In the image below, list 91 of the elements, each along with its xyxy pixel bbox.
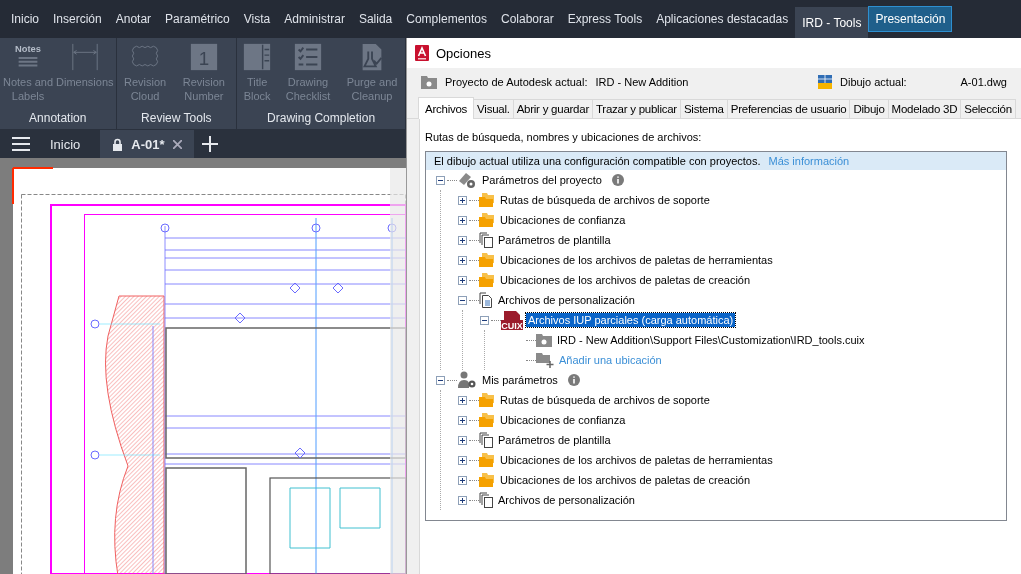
folder-icon: [479, 193, 495, 207]
tree-item[interactable]: Parámetros de plantilla: [496, 233, 613, 247]
tree-item[interactable]: Ubicaciones de confianza: [498, 213, 628, 227]
tree-item[interactable]: Parámetros de plantilla: [496, 433, 613, 447]
folder-icon: [479, 473, 495, 487]
ribbon-tab[interactable]: Colaborar: [494, 6, 561, 32]
folder-icon: [479, 413, 495, 427]
tree-item[interactable]: Ubicaciones de confianza: [498, 413, 628, 427]
ribbon-tab[interactable]: Complementos: [399, 6, 494, 32]
drawing-label: Dibujo actual:: [840, 76, 907, 88]
folder-icon: [479, 253, 495, 267]
dimension-icon: [69, 42, 100, 72]
copies-icon: [479, 492, 493, 508]
tree-item[interactable]: Ubicaciones de los archivos de paletas de creación: [498, 273, 753, 287]
panel-title: Drawing Completion: [266, 110, 377, 127]
dialog-title: Opciones: [436, 45, 491, 61]
tree-item[interactable]: Mis parámetros: [480, 373, 560, 387]
add-location-link[interactable]: Añadir una ubicación: [557, 353, 664, 367]
folder-icon: [479, 453, 495, 467]
panel-title: Review Tools: [140, 110, 213, 127]
copies-icon: [479, 232, 493, 248]
cuix-file-icon: CUIX: [501, 310, 523, 330]
tree-item[interactable]: Archivos de personalización: [496, 293, 637, 307]
tree-item[interactable]: Parámetros del proyecto: [480, 173, 604, 187]
drawing-value: A-01.dwg: [960, 76, 1007, 88]
expand-toggle[interactable]: [458, 275, 467, 285]
collapse-toggle[interactable]: [436, 375, 445, 385]
panel-title: Annotation: [28, 110, 88, 127]
ribbon-tab[interactable]: Salida: [351, 6, 400, 32]
collapse-toggle[interactable]: [458, 295, 467, 305]
collapse-toggle[interactable]: [480, 315, 489, 325]
expand-toggle[interactable]: [458, 195, 467, 205]
tree-item[interactable]: Ubicaciones de los archivos de paletas de creación: [498, 473, 753, 487]
gear-icon: [457, 171, 477, 189]
expand-toggle[interactable]: [458, 215, 467, 225]
folder-icon: [479, 393, 495, 407]
ribbon-tab[interactable]: Vista: [236, 6, 278, 32]
copies-icon: [479, 432, 493, 448]
title-block-icon: [242, 42, 273, 72]
plus-icon[interactable]: [201, 136, 218, 152]
tree-item[interactable]: Archivos de personalización: [496, 493, 637, 507]
expand-toggle[interactable]: [458, 455, 467, 465]
dialog-tab[interactable]: Trazar y publicar: [592, 99, 681, 118]
tree-item[interactable]: Rutas de búsqueda de archivos de soporte: [498, 393, 712, 407]
ribbon-tab[interactable]: Presentación: [868, 6, 953, 32]
expand-toggle[interactable]: [458, 255, 467, 265]
expand-toggle[interactable]: [458, 475, 467, 485]
collapse-toggle[interactable]: [436, 175, 445, 185]
tree-item[interactable]: Archivos IUP parciales (carga automática): [526, 313, 736, 327]
dialog-tab[interactable]: Dibujo: [849, 99, 889, 118]
expand-toggle[interactable]: [458, 435, 467, 445]
ribbon-tab[interactable]: Inicio: [4, 6, 46, 32]
expand-toggle[interactable]: [458, 415, 467, 425]
expand-toggle[interactable]: [458, 235, 467, 245]
ribbon-tab[interactable]: Inserción: [46, 6, 109, 32]
document-icon: [479, 292, 493, 308]
ribbon-tab[interactable]: Paramétrico: [158, 6, 237, 32]
tree-item[interactable]: IRD - New Addition\Support Files\Customization\IRD_tools.cuix: [555, 333, 867, 347]
file-tab-label: Inicio: [50, 136, 81, 152]
close-icon[interactable]: [172, 139, 182, 149]
lock-icon: [112, 137, 124, 151]
dialog-tab[interactable]: Archivos: [418, 97, 475, 119]
checklist-icon: [293, 42, 323, 72]
dialog-tab[interactable]: Abrir y guardar: [512, 99, 593, 118]
project-value: IRD - New Addition: [595, 76, 689, 88]
folder-icon: [479, 213, 495, 227]
banner-text: El dibujo actual utiliza una configuración compatible con proyectos.: [434, 155, 761, 167]
info-icon[interactable]: [567, 374, 580, 386]
dialog-tab[interactable]: Selección: [960, 99, 1016, 118]
ribbon-tab[interactable]: Express Tools: [560, 6, 650, 32]
tree-item[interactable]: Ubicaciones de los archivos de paletas de herramientas: [498, 453, 775, 467]
expand-toggle[interactable]: [458, 395, 467, 405]
tree-item[interactable]: Ubicaciones de los archivos de paletas de herramientas: [498, 253, 775, 267]
app-icon: [415, 45, 429, 61]
folder-icon: [479, 273, 495, 287]
menu-icon[interactable]: [12, 137, 30, 151]
file-tab[interactable]: Inicio: [38, 130, 93, 158]
drawing-file-icon: [818, 75, 832, 89]
tree-item[interactable]: Rutas de búsqueda de archivos de soporte: [498, 193, 712, 207]
file-tab[interactable]: A-01*: [100, 130, 194, 158]
file-tab-label: A-01*: [131, 136, 165, 152]
ribbon-tab[interactable]: Administrar: [277, 6, 352, 32]
ribbon-tab[interactable]: IRD - Tools: [795, 7, 869, 39]
folder-icon: [421, 75, 437, 89]
ribbon-tab[interactable]: Aplicaciones destacadas: [649, 6, 796, 32]
user-gear-icon: [457, 371, 477, 389]
section-label: Rutas de búsqueda, nombres y ubicaciones de archivos:: [425, 131, 703, 143]
ribbon-tab[interactable]: Anotar: [108, 6, 159, 32]
expand-toggle[interactable]: [458, 495, 467, 505]
info-icon[interactable]: [611, 174, 624, 186]
project-label: Proyecto de Autodesk actual:: [445, 76, 588, 88]
